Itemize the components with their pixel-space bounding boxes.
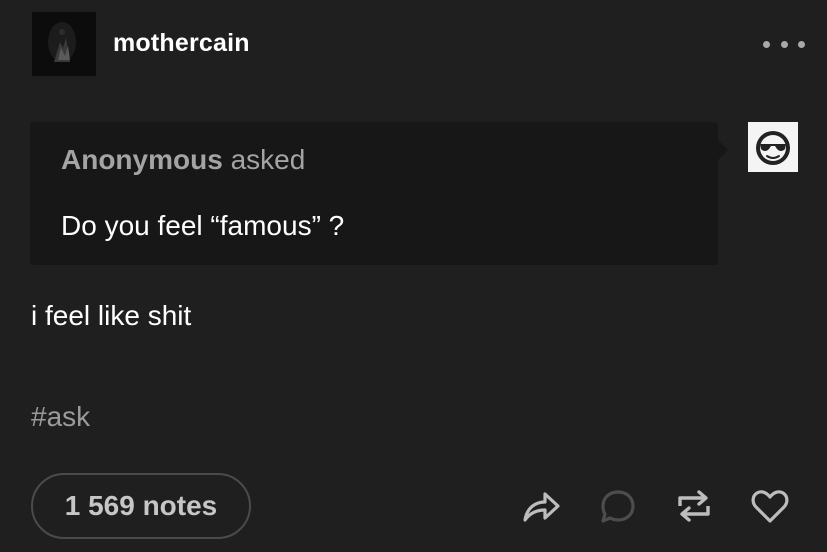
more-dots-icon: [798, 40, 805, 48]
post-card: mothercain Anonymous asked Do you feel “…: [0, 0, 827, 552]
reply-button[interactable]: [596, 484, 640, 528]
share-icon: [523, 492, 560, 522]
asker-line: Anonymous asked: [61, 144, 305, 176]
notes-count-button[interactable]: 1 569 notes: [31, 473, 251, 539]
blog-name[interactable]: mothercain: [113, 29, 250, 58]
answer-text: i feel like shit: [31, 300, 192, 331]
more-options-button[interactable]: [763, 30, 805, 58]
reblog-button[interactable]: [672, 484, 716, 528]
reply-icon: [601, 490, 635, 523]
anonymous-avatar: [748, 122, 798, 172]
like-icon: [751, 490, 789, 523]
reblog-icon: [678, 490, 710, 522]
like-button[interactable]: [748, 484, 792, 528]
asked-label: asked: [230, 144, 306, 175]
blog-avatar[interactable]: [32, 12, 96, 76]
tag-link[interactable]: #ask: [31, 401, 90, 433]
more-dots-icon: [780, 40, 788, 48]
ask-bubble: Anonymous asked Do you feel “famous” ?: [30, 122, 728, 265]
share-button[interactable]: [519, 484, 563, 528]
more-dots-icon: [763, 40, 770, 48]
question-text: Do you feel “famous” ?: [61, 210, 345, 241]
sunglasses-face-icon: [748, 122, 798, 172]
asker-name: Anonymous: [61, 144, 223, 175]
